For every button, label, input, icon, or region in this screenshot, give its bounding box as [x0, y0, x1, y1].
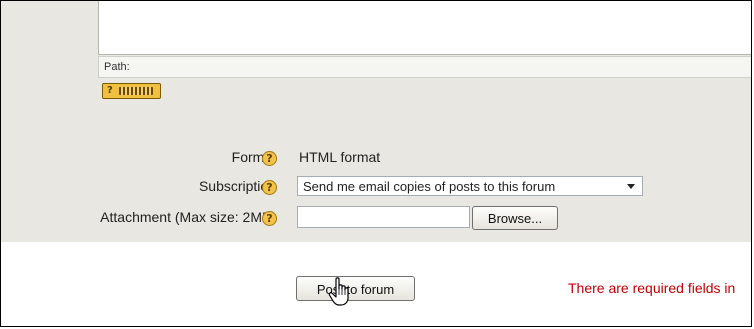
subscription-select[interactable]: Send me email copies of posts to this fo…: [297, 176, 643, 196]
form-panel: Path: ? Format ? HTML format Subscriptio…: [1, 1, 751, 242]
subscription-help-icon[interactable]: ?: [262, 180, 277, 195]
post-to-forum-button[interactable]: Post to forum: [296, 276, 415, 301]
editor-path-bar: Path:: [98, 56, 751, 78]
path-label: Path:: [104, 61, 130, 73]
format-value: HTML format: [299, 149, 381, 165]
browse-button[interactable]: Browse...: [472, 206, 558, 230]
hand-pointer-cursor-icon: [328, 277, 349, 306]
post-form-frame: Path: ? Format ? HTML format Subscriptio…: [0, 0, 752, 327]
attachment-help-icon[interactable]: ?: [262, 211, 277, 226]
format-help-icon[interactable]: ?: [262, 151, 277, 166]
attachment-label: Attachment (Max size: 2MB): [100, 209, 276, 225]
chevron-down-icon: [627, 184, 635, 189]
attachment-file-input[interactable]: [297, 206, 470, 228]
keyboard-help-icon[interactable]: ?: [102, 83, 161, 99]
subscription-selected-value: Send me email copies of posts to this fo…: [303, 179, 556, 194]
html-editor-area[interactable]: [98, 1, 751, 55]
required-fields-note: There are required fields in: [568, 280, 736, 296]
